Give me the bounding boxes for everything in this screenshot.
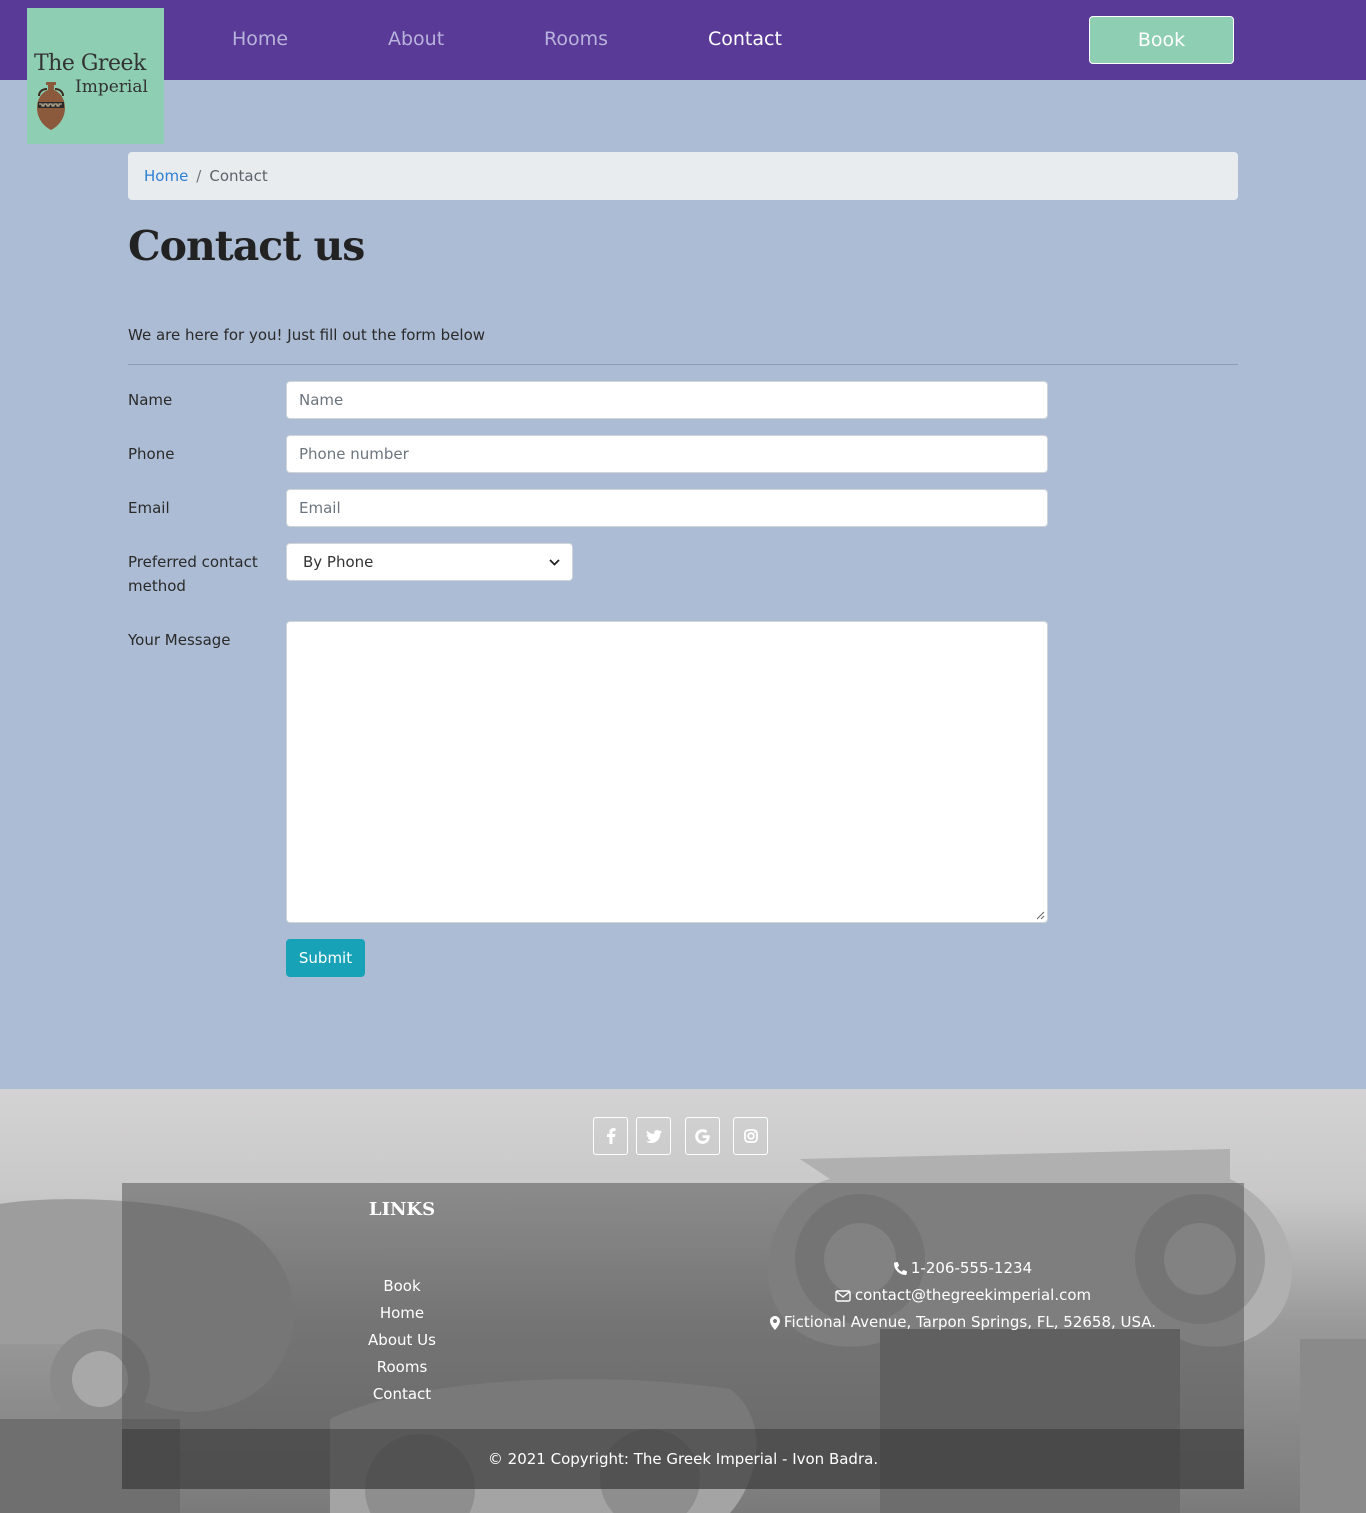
contact-method-select[interactable]: By Phone bbox=[286, 543, 573, 581]
email-input[interactable] bbox=[286, 489, 1048, 527]
name-input[interactable] bbox=[286, 381, 1048, 419]
intro-text: We are here for you! Just fill out the f… bbox=[128, 326, 486, 344]
nav-about[interactable]: About bbox=[388, 28, 444, 50]
footer-links-list: Book Home About Us Rooms Contact bbox=[122, 1273, 682, 1408]
contact-address-text: Fictional Avenue, Tarpon Springs, FL, 52… bbox=[783, 1313, 1157, 1331]
contact-info: 1-206-555-1234 contact@thegreekimperial.… bbox=[682, 1255, 1244, 1336]
map-marker-icon bbox=[769, 1315, 780, 1330]
footer-link-about-us[interactable]: About Us bbox=[122, 1327, 682, 1354]
book-button[interactable]: Book bbox=[1089, 16, 1234, 64]
google-icon[interactable] bbox=[685, 1117, 720, 1155]
contact-method-label: Preferred contact method bbox=[128, 553, 258, 595]
top-navbar: Home About Rooms Contact Book bbox=[0, 0, 1366, 80]
amphora-icon bbox=[37, 82, 65, 130]
resize-grip-icon[interactable] bbox=[1036, 911, 1045, 920]
phone-input[interactable] bbox=[286, 435, 1048, 473]
footer-panel: LINKS Book Home About Us Rooms Contact 1… bbox=[122, 1183, 1244, 1489]
page-title: Contact us bbox=[128, 222, 365, 270]
phone-label: Phone bbox=[128, 445, 175, 463]
footer-link-book[interactable]: Book bbox=[122, 1273, 682, 1300]
submit-button[interactable]: Submit bbox=[286, 939, 365, 977]
contact-phone: 1-206-555-1234 bbox=[682, 1255, 1244, 1282]
divider bbox=[128, 364, 1238, 365]
breadcrumb-current: Contact bbox=[209, 167, 268, 185]
footer-link-rooms[interactable]: Rooms bbox=[122, 1354, 682, 1381]
links-heading: LINKS bbox=[368, 1199, 436, 1220]
breadcrumb: Home / Contact bbox=[128, 152, 1238, 200]
contact-email: contact@thegreekimperial.com bbox=[682, 1282, 1244, 1309]
footer-link-home[interactable]: Home bbox=[122, 1300, 682, 1327]
contact-method-value: By Phone bbox=[303, 553, 374, 571]
contact-email-text[interactable]: contact@thegreekimperial.com bbox=[855, 1282, 1091, 1309]
chevron-down-icon bbox=[549, 556, 560, 569]
message-label: Your Message bbox=[128, 631, 231, 649]
nav-home[interactable]: Home bbox=[232, 28, 288, 50]
nav-contact[interactable]: Contact bbox=[708, 28, 782, 50]
twitter-icon[interactable] bbox=[636, 1117, 671, 1155]
phone-icon bbox=[893, 1262, 907, 1275]
envelope-icon bbox=[835, 1289, 851, 1302]
message-textarea[interactable] bbox=[286, 621, 1048, 923]
name-label: Name bbox=[128, 391, 173, 409]
footer-link-contact[interactable]: Contact bbox=[122, 1381, 682, 1408]
instagram-icon[interactable] bbox=[733, 1117, 768, 1155]
copyright: © 2021 Copyright: The Greek Imperial - I… bbox=[122, 1429, 1244, 1489]
email-label: Email bbox=[128, 499, 170, 517]
brand-logo[interactable]: The Greek Imperial bbox=[27, 8, 164, 144]
contact-address: Fictional Avenue, Tarpon Springs, FL, 52… bbox=[682, 1309, 1244, 1336]
breadcrumb-separator: / bbox=[196, 167, 202, 185]
facebook-icon[interactable] bbox=[593, 1117, 628, 1155]
breadcrumb-home-link[interactable]: Home bbox=[144, 167, 188, 185]
logo-text-line2: Imperial bbox=[75, 77, 148, 97]
footer: LINKS Book Home About Us Rooms Contact 1… bbox=[0, 1089, 1366, 1513]
nav-rooms[interactable]: Rooms bbox=[544, 28, 608, 50]
logo-text-line1: The Greek bbox=[34, 51, 146, 76]
contact-phone-text: 1-206-555-1234 bbox=[910, 1259, 1033, 1277]
